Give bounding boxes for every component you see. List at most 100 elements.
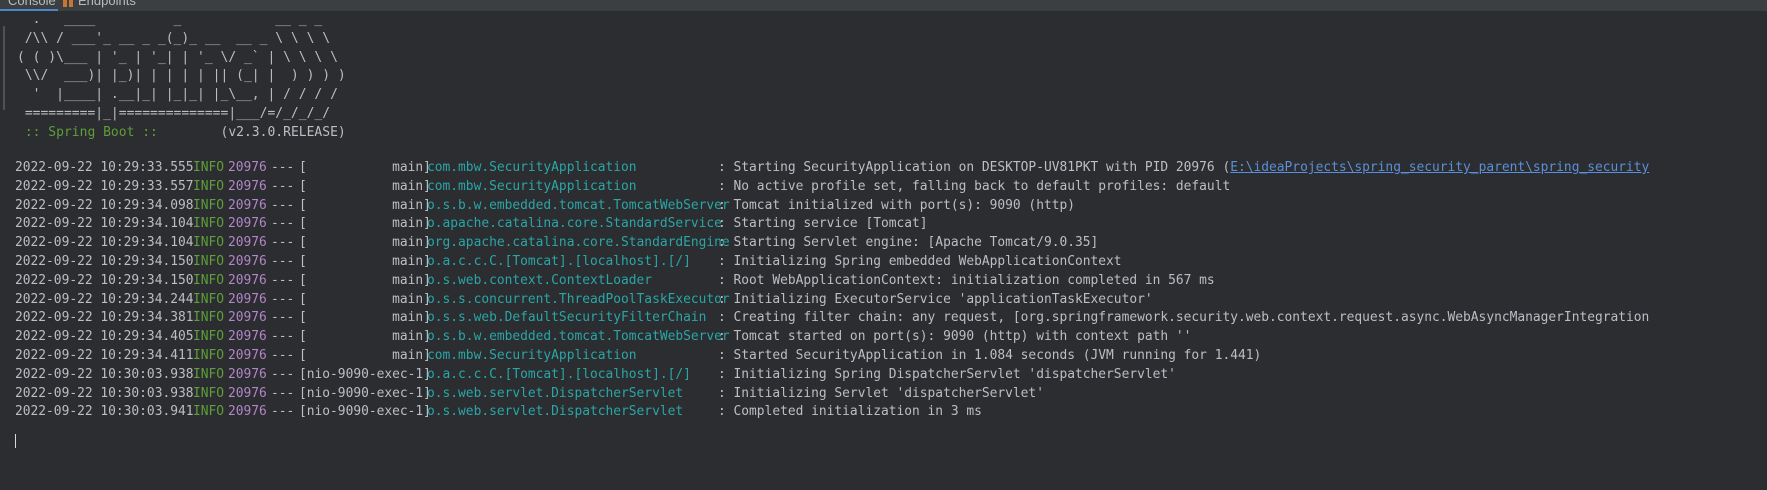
banner-line: ( ( )\___ | '_ | '_| | '_ \/ _` | \ \ \ … [17,49,338,65]
log-level: INFO [193,404,225,420]
log-separator: --- [271,216,295,232]
log-message: : Initializing Servlet 'dispatcherServle… [718,385,1044,404]
log-pid: 20976 [228,253,267,269]
log-separator: --- [271,197,295,213]
log-thread: [ main] [299,310,431,326]
log-level: INFO [193,347,225,363]
log-timestamp: 2022-09-22 10:29:34.150 [15,272,194,288]
log-level: INFO [193,253,225,269]
log-message: : Starting service [Tomcat] [718,215,928,234]
log-message-text: : Tomcat initialized with port(s): 9090 … [718,197,1075,213]
log-message-text: : Root WebApplicationContext: initializa… [718,272,1215,288]
console-tab-label: Console [8,0,56,8]
log-logger: o.s.web.servlet.DispatcherServlet [427,404,684,420]
log-pid: 20976 [228,385,267,401]
banner-line: /\\ / ___'_ __ _ _(_)_ __ __ _ \ \ \ \ [17,30,331,46]
log-pid: 20976 [228,404,267,420]
log-level: INFO [193,197,225,213]
log-message-text: : Initializing ExecutorService 'applicat… [718,291,1153,307]
log-pid: 20976 [228,160,267,175]
log-logger: org.apache.catalina.core.StandardEngine [427,235,730,251]
log-level: INFO [193,366,225,382]
log-timestamp: 2022-09-22 10:29:33.557 [15,178,194,194]
log-message-text: : Tomcat started on port(s): 9090 (http)… [718,329,1192,345]
log-message-text: : Initializing Spring embedded WebApplic… [718,253,1122,269]
log-thread: [ main] [299,329,431,345]
log-level: INFO [193,291,225,307]
log-separator: --- [271,404,295,420]
log-message: : Starting Servlet engine: [Apache Tomca… [718,234,1098,253]
log-message: : Started SecurityApplication in 1.084 s… [718,347,1261,366]
log-logger: o.a.c.c.C.[Tomcat].[localhost].[/] [427,253,691,269]
log-pid: 20976 [228,310,267,326]
log-thread: [nio-9090-exec-1] [299,404,431,420]
log-message: : Creating filter chain: any request, [o… [718,309,1649,328]
log-pid: 20976 [228,366,267,382]
spring-boot-version: (v2.3.0.RELEASE) [165,124,346,140]
log-pid: 20976 [228,235,267,251]
log-path-link[interactable]: E:\ideaProjects\spring_security_parent\s… [1230,160,1649,175]
log-logger: com.mbw.SecurityApplication [427,160,637,175]
log-level: INFO [193,178,225,194]
log-thread: [ main] [299,291,431,307]
log-timestamp: 2022-09-22 10:29:34.150 [15,253,194,269]
banner-line: =========|_|==============|___/=/_/_/_/ [17,105,331,121]
log-thread: [ main] [299,347,431,363]
log-message: : Initializing Spring embedded WebApplic… [718,253,1122,272]
log-timestamp: 2022-09-22 10:29:34.104 [15,216,194,232]
log-separator: --- [271,329,295,345]
log-pid: 20976 [228,178,267,194]
log-message-text: : No active profile set, falling back to… [718,178,1231,194]
log-level: INFO [193,310,225,326]
log-message: : Completed initialization in 3 ms [718,403,982,422]
log-message: : Starting SecurityApplication on DESKTO… [718,159,1649,178]
log-message-text: : Initializing Servlet 'dispatcherServle… [718,385,1044,401]
log-timestamp: 2022-09-22 10:29:34.381 [15,310,194,326]
log-thread: [nio-9090-exec-1] [299,366,431,382]
log-separator: --- [271,235,295,251]
log-message-text: : Starting service [Tomcat] [718,216,928,232]
log-logger: o.s.web.context.ContextLoader [427,272,653,288]
log-pid: 20976 [228,291,267,307]
log-message-text: : Initializing Spring DispatcherServlet … [718,366,1176,382]
log-level: INFO [193,329,225,345]
spring-boot-label: :: Spring Boot :: [17,124,166,140]
log-message-text: : Starting SecurityApplication on DESKTO… [718,160,1231,175]
log-logger: com.mbw.SecurityApplication [427,178,637,194]
log-thread: [ main] [299,235,431,251]
log-message: : Root WebApplicationContext: initializa… [718,272,1215,291]
banner-line: \\/ ___)| |_)| | | | | || (_| | ) ) ) ) [17,68,346,84]
log-timestamp: 2022-09-22 10:29:34.405 [15,329,194,345]
log-level: INFO [193,235,225,251]
tool-window-tabbar: Console Endpoints [0,0,1767,11]
log-separator: --- [271,347,295,363]
log-logger: o.a.c.c.C.[Tomcat].[localhost].[/] [427,366,691,382]
log-message: : No active profile set, falling back to… [718,178,1230,197]
fold-gutter-marker [3,26,5,110]
log-pid: 20976 [228,216,267,232]
log-message: : Initializing ExecutorService 'applicat… [718,291,1153,310]
log-thread: [ main] [299,272,431,288]
log-separator: --- [271,178,295,194]
log-logger: com.mbw.SecurityApplication [427,347,637,363]
log-level: INFO [193,160,225,175]
log-message-text: : Creating filter chain: any request, [o… [718,310,1650,326]
log-message-text: : Completed initialization in 3 ms [718,404,982,420]
log-timestamp: 2022-09-22 10:30:03.938 [15,385,194,401]
log-message: : Initializing Spring DispatcherServlet … [718,366,1176,385]
log-separator: --- [271,385,295,401]
log-logger: o.s.s.web.DefaultSecurityFilterChain [427,310,707,326]
log-thread: [ main] [299,216,431,232]
log-timestamp: 2022-09-22 10:29:34.411 [15,347,194,363]
banner-line: . ____ _ __ _ _ [17,12,323,27]
log-logger: o.s.b.w.embedded.tomcat.TomcatWebServer [427,197,730,213]
log-logger: o.s.b.w.embedded.tomcat.TomcatWebServer [427,329,730,345]
log-timestamp: 2022-09-22 10:29:33.555 [15,160,194,175]
log-separator: --- [271,291,295,307]
console-output[interactable]: . ____ _ __ _ _ /\\ / ___'_ __ _ _(_)_ _… [0,11,1767,490]
log-message-text: : Starting Servlet engine: [Apache Tomca… [718,235,1099,251]
tab-endpoints[interactable]: Endpoints [62,0,136,10]
log-thread: [nio-9090-exec-1] [299,385,431,401]
spring-boot-banner: . ____ _ __ _ _ /\\ / ___'_ __ _ _(_)_ _… [17,11,346,143]
log-timestamp: 2022-09-22 10:29:34.244 [15,291,194,307]
